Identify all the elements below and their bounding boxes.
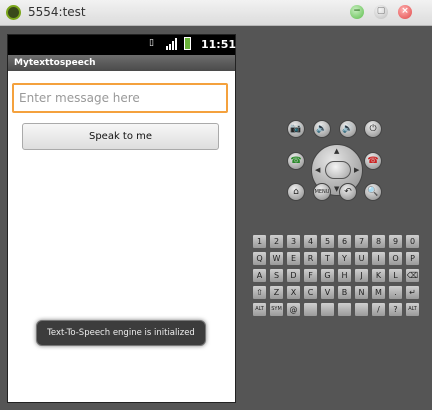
keyboard-key[interactable]: 5 [320, 234, 335, 249]
call-button[interactable]: ☎ [287, 152, 305, 170]
keyboard-key[interactable]: SYM [269, 302, 284, 317]
keyboard-key[interactable]: R [303, 251, 318, 266]
search-button[interactable]: 🔍 [364, 183, 382, 201]
end-call-button[interactable]: ☎ [364, 152, 382, 170]
app-title: Mytexttospeech [8, 55, 235, 71]
keyboard-key[interactable]: M [371, 285, 386, 300]
keyboard-key[interactable]: A [252, 268, 267, 283]
signal-icon [166, 38, 177, 50]
phone-display: ▯ 11:51 Mytexttospeech Speak to me Text-… [7, 34, 236, 403]
keyboard-key[interactable] [303, 302, 318, 317]
keyboard-key[interactable]: D [286, 268, 301, 283]
keyboard-key[interactable]: C [303, 285, 318, 300]
keyboard-key[interactable]: Z [269, 285, 284, 300]
keyboard-key[interactable] [337, 302, 352, 317]
keyboard-key[interactable]: W [269, 251, 284, 266]
status-time: 11:51 [201, 38, 237, 51]
keyboard-key[interactable]: B [337, 285, 352, 300]
keyboard-key[interactable] [354, 302, 369, 317]
keyboard-key[interactable]: X [286, 285, 301, 300]
keyboard-key[interactable]: ? [388, 302, 403, 317]
message-input[interactable] [14, 85, 226, 111]
app-screen: Speak to me Text-To-Speech engine is ini… [8, 71, 235, 402]
keyboard-key[interactable]: H [337, 268, 352, 283]
back-button[interactable]: ↶ [339, 183, 357, 201]
maximize-button[interactable]: ▢ [374, 5, 388, 19]
keyboard-key[interactable]: 9 [388, 234, 403, 249]
dpad-right-icon[interactable]: ▶ [354, 166, 359, 174]
dpad-up-icon[interactable]: ▲ [334, 147, 339, 155]
keyboard-key[interactable]: Q [252, 251, 267, 266]
keyboard-key[interactable]: F [303, 268, 318, 283]
keyboard-key[interactable]: 6 [337, 234, 352, 249]
android-app-icon [6, 5, 21, 20]
dpad-center-button[interactable] [325, 161, 351, 179]
keyboard-key[interactable]: O [388, 251, 403, 266]
volume-down-button[interactable]: 🔉 [313, 120, 331, 138]
keyboard-key[interactable]: G [320, 268, 335, 283]
home-button[interactable]: ⌂ [287, 183, 305, 201]
power-button[interactable]: ⏻ [364, 120, 382, 138]
keyboard-key[interactable]: V [320, 285, 335, 300]
keyboard-key[interactable]: T [320, 251, 335, 266]
keyboard-key[interactable]: 3 [286, 234, 301, 249]
keyboard-key[interactable]: / [371, 302, 386, 317]
keyboard-key[interactable]: Y [337, 251, 352, 266]
sim-icon: ▯ [149, 38, 154, 48]
keyboard-key[interactable]: K [371, 268, 386, 283]
keyboard-key[interactable]: N [354, 285, 369, 300]
keyboard-key[interactable]: ↵ [405, 285, 420, 300]
keyboard-key[interactable]: L [388, 268, 403, 283]
camera-button[interactable]: 📷 [287, 120, 305, 138]
keyboard-key[interactable]: 0 [405, 234, 420, 249]
keyboard-key[interactable]: U [354, 251, 369, 266]
keyboard-key[interactable]: ⇧ [252, 285, 267, 300]
keyboard-key[interactable]: ALT [405, 302, 420, 317]
speak-button[interactable]: Speak to me [22, 123, 219, 150]
keyboard-key[interactable]: @ [286, 302, 301, 317]
keyboard-key[interactable]: 8 [371, 234, 386, 249]
emulator-window: ▯ 11:51 Mytexttospeech Speak to me Text-… [0, 26, 432, 410]
keyboard-key[interactable] [320, 302, 335, 317]
keyboard-key[interactable]: E [286, 251, 301, 266]
battery-icon [184, 37, 191, 50]
keyboard-key[interactable]: 4 [303, 234, 318, 249]
status-bar: ▯ 11:51 [8, 35, 237, 55]
menu-button[interactable]: MENU [313, 183, 331, 201]
keyboard-key[interactable]: 1 [252, 234, 267, 249]
keyboard-key[interactable]: ALT [252, 302, 267, 317]
keyboard-key[interactable]: P [405, 251, 420, 266]
window-title: 5554:test [28, 5, 86, 19]
keyboard-key[interactable]: 7 [354, 234, 369, 249]
keyboard-key[interactable]: S [269, 268, 284, 283]
keyboard-key[interactable]: I [371, 251, 386, 266]
keyboard-key[interactable]: ⌫ [405, 268, 420, 283]
minimize-button[interactable]: − [350, 5, 364, 19]
window-titlebar: 5554:test − ▢ × [0, 0, 432, 26]
toast-message: Text-To-Speech engine is initialized [36, 320, 206, 346]
keyboard-key[interactable]: J [354, 268, 369, 283]
keyboard-key[interactable]: 2 [269, 234, 284, 249]
volume-up-button[interactable]: 🔊 [339, 120, 357, 138]
hardware-keyboard: 1 2 3 4 5 6 7 8 9 0 Q W E R T Y U I O P A S D F G H J K L ⌫ ⇧ Z X C V B N M. ↵… [252, 234, 420, 318]
close-button[interactable]: × [398, 5, 412, 19]
message-field[interactable] [12, 83, 228, 113]
keyboard-key[interactable]: . [388, 285, 403, 300]
dpad-left-icon[interactable]: ◀ [315, 166, 320, 174]
